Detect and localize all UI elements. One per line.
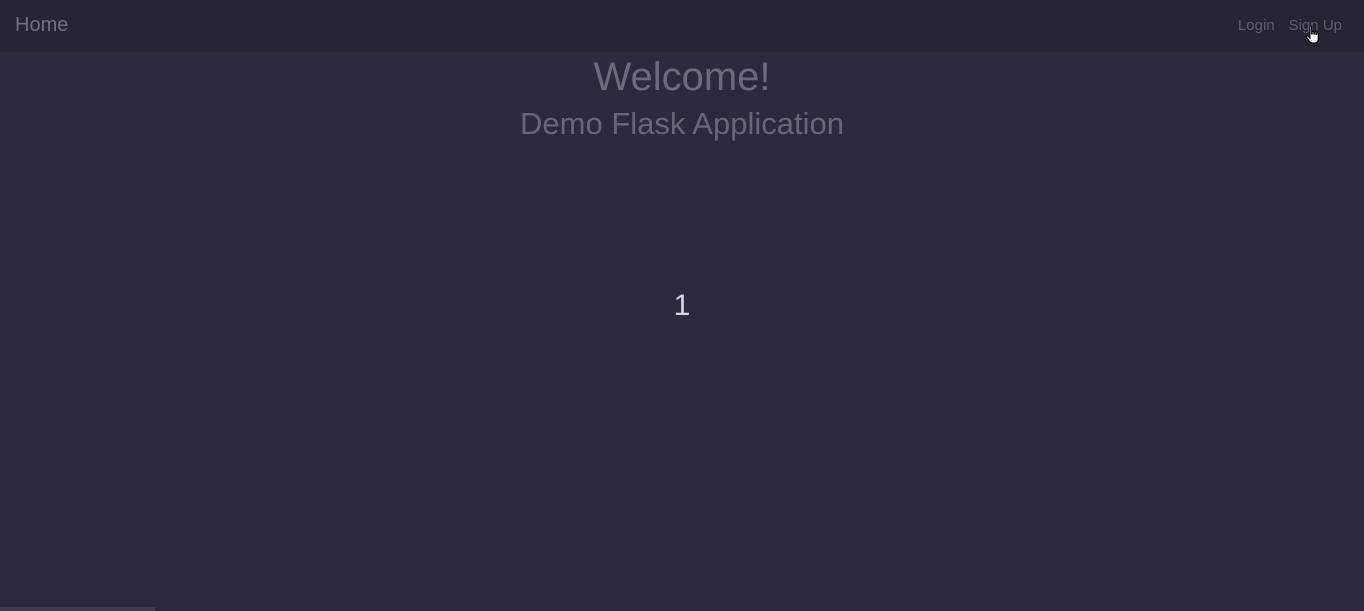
- page-title: Welcome!: [593, 55, 771, 99]
- hero-section: Welcome! Demo Flask Application: [0, 54, 1364, 144]
- counter-value: 1: [673, 289, 691, 322]
- page-subtitle: Demo Flask Application: [520, 106, 844, 141]
- login-link[interactable]: Login: [1238, 16, 1275, 36]
- home-link[interactable]: Home: [15, 12, 68, 38]
- hand-pointer-icon: [1305, 25, 1323, 45]
- nav-links: Login Sign Up: [1238, 16, 1342, 36]
- navbar: Home Login Sign Up: [0, 0, 1364, 52]
- status-bar: [0, 607, 155, 611]
